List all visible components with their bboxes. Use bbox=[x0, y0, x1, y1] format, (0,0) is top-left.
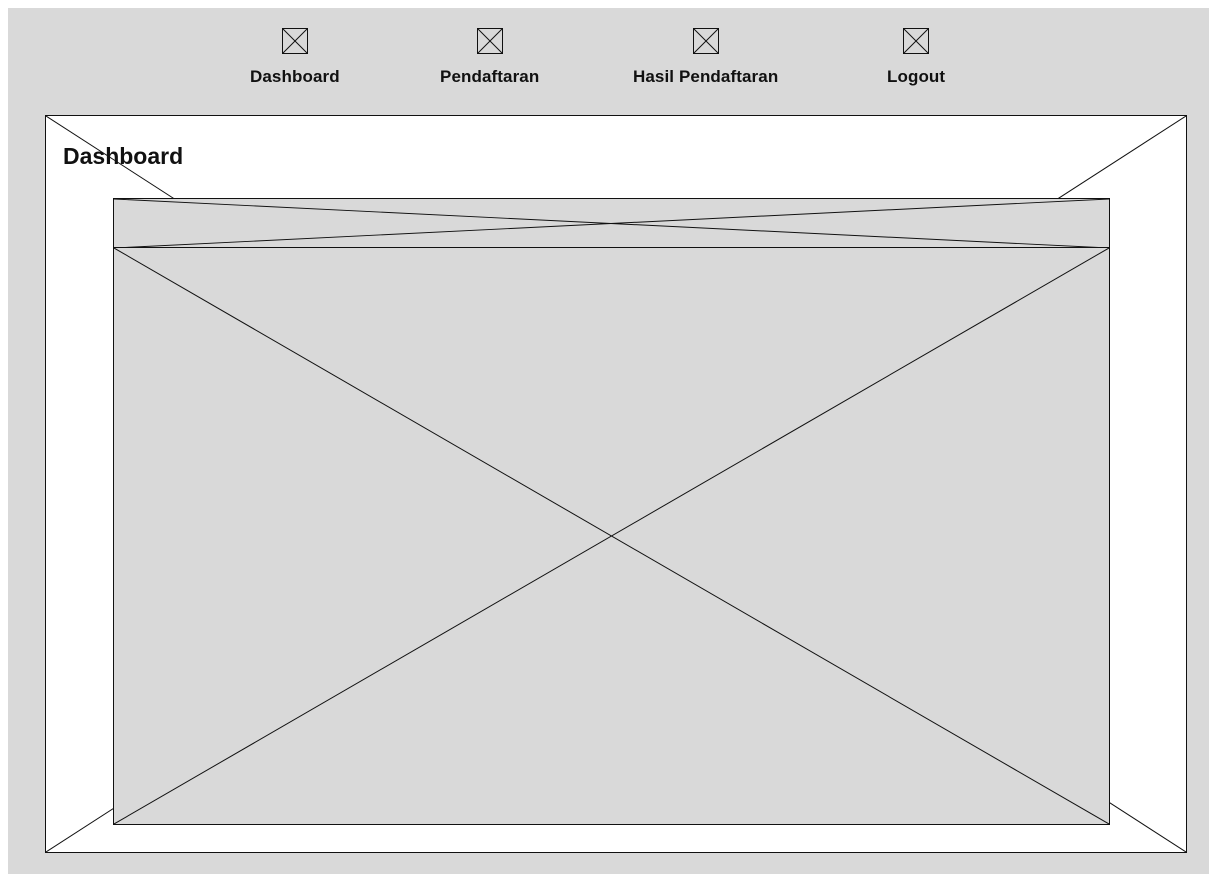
image-placeholder-icon bbox=[114, 248, 1109, 824]
image-placeholder-icon bbox=[476, 28, 503, 54]
nav-label: Dashboard bbox=[250, 67, 340, 86]
image-placeholder-icon bbox=[692, 28, 719, 54]
nav-item-dashboard[interactable]: Dashboard bbox=[250, 28, 340, 87]
image-placeholder-icon bbox=[903, 28, 930, 54]
header-image-placeholder bbox=[113, 198, 1110, 249]
image-placeholder-icon bbox=[114, 199, 1109, 248]
nav-label: Logout bbox=[887, 67, 946, 86]
nav-item-hasil-pendaftaran[interactable]: Hasil Pendaftaran bbox=[633, 28, 778, 87]
main-image-placeholder bbox=[113, 247, 1110, 825]
image-placeholder-icon bbox=[281, 28, 308, 54]
page-title: Dashboard bbox=[63, 143, 184, 169]
nav-label: Hasil Pendaftaran bbox=[633, 67, 779, 86]
nav-item-pendaftaran[interactable]: Pendaftaran bbox=[440, 28, 539, 87]
nav-label: Pendaftaran bbox=[440, 67, 540, 86]
main-content-panel: Dashboard bbox=[45, 115, 1187, 853]
nav-item-logout[interactable]: Logout bbox=[887, 28, 945, 87]
